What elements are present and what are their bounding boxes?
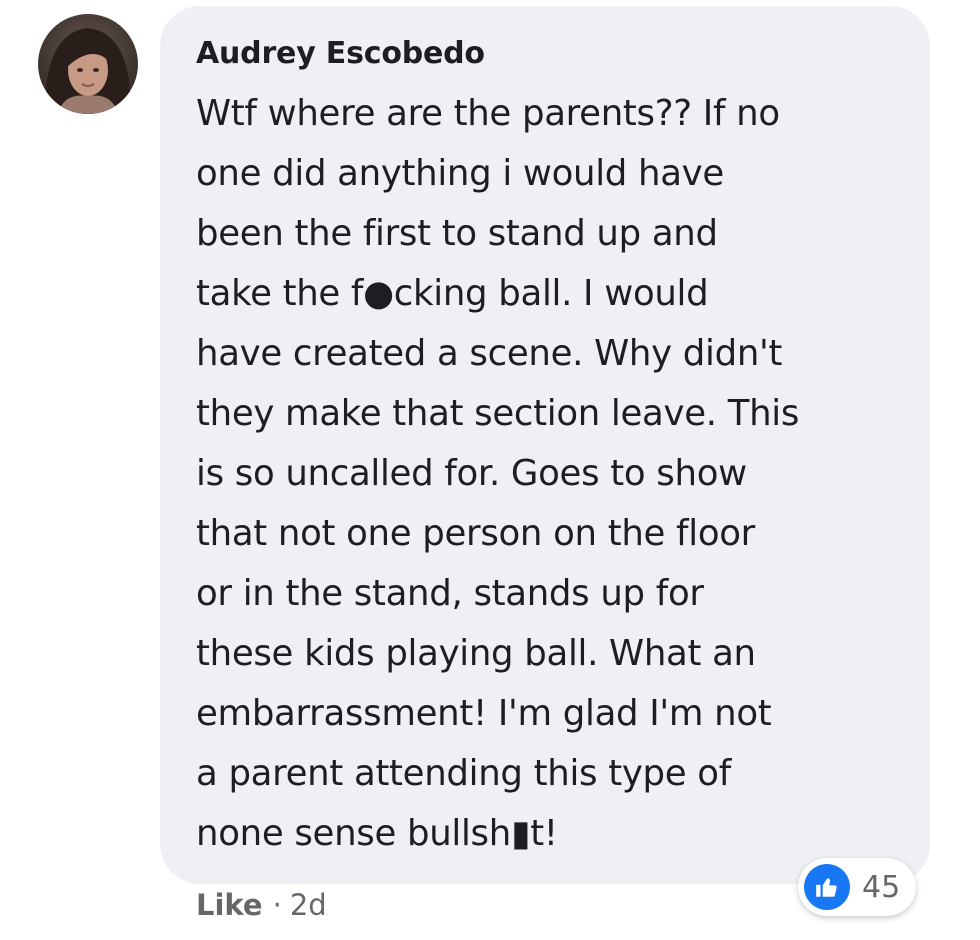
comment-body-line: a parent attending this type of — [196, 753, 731, 794]
comment-actions: Like · 2d — [196, 888, 327, 922]
comment-body-line: been the first to stand up and — [196, 213, 718, 254]
comment-body-line: they make that section leave. This — [196, 393, 800, 434]
avatar-photo — [38, 14, 138, 114]
comment-bubble: Audrey Escobedo Wtf where are the parent… — [160, 6, 930, 884]
comment-timestamp[interactable]: 2d — [290, 888, 327, 922]
comment-author-name[interactable]: Audrey Escobedo — [196, 36, 485, 71]
reaction-count: 45 — [862, 869, 901, 905]
comment-body-line: have created a scene. Why didn't — [196, 333, 783, 374]
comment-body-line: Wtf where are the parents?? If no — [196, 93, 780, 134]
comment-body-line: embarrassment! I'm glad I'm not — [196, 693, 772, 734]
comment-body: Wtf where are the parents?? If no one di… — [196, 84, 916, 864]
comment-body-line: none sense bullsh▮t! — [196, 813, 558, 854]
comment-body-line: take the f●cking ball. I would — [196, 273, 709, 314]
comment-body-line: one did anything i would have — [196, 153, 724, 194]
comment-body-line: or in the stand, stands up for — [196, 573, 704, 614]
avatar[interactable] — [38, 14, 138, 114]
comment-body-line: these kids playing ball. What an — [196, 633, 756, 674]
comment-body-line: that not one person on the floor — [196, 513, 755, 554]
action-separator: · — [272, 888, 282, 922]
comment-body-line: is so uncalled for. Goes to show — [196, 453, 747, 494]
reactions-summary[interactable]: 45 — [798, 858, 917, 916]
like-thumb-icon — [804, 864, 850, 910]
like-button[interactable]: Like — [196, 888, 263, 922]
